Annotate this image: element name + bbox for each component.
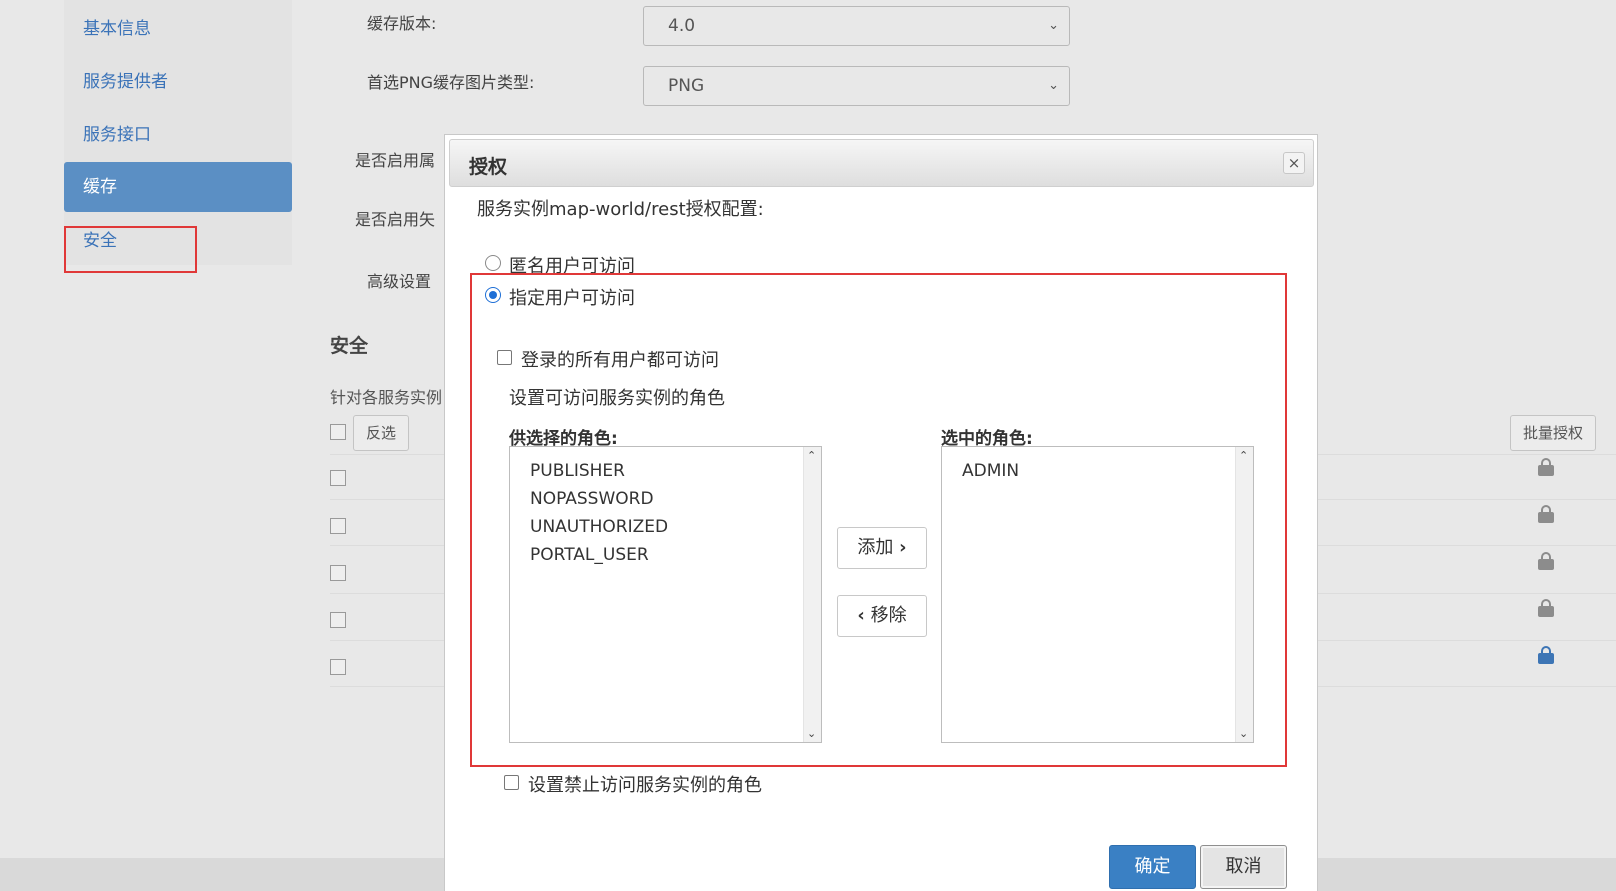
sidebar-item-label: 基本信息 — [83, 19, 151, 39]
lock-icon[interactable] — [1538, 505, 1554, 523]
sidebar-item-basic-info[interactable]: 基本信息 — [64, 4, 292, 54]
security-section-title: 安全 — [330, 335, 369, 357]
select-all-checkbox[interactable] — [330, 424, 346, 440]
role-option[interactable]: NOPASSWORD — [530, 485, 668, 513]
add-role-label: 添加 — [857, 537, 894, 558]
close-icon[interactable]: × — [1283, 152, 1305, 174]
sidebar-item-service-provider[interactable]: 服务提供者 — [64, 57, 292, 107]
anonymous-radio[interactable] — [485, 255, 501, 271]
png-type-select[interactable]: PNG ⌄ — [643, 66, 1070, 106]
chevron-right-icon: › — [899, 537, 907, 558]
cache-version-label: 缓存版本: — [367, 14, 437, 33]
advanced-settings-label: 高级设置 — [367, 272, 432, 291]
listbox-scrollbar[interactable]: ⌃ ⌄ — [1235, 447, 1253, 742]
lock-icon[interactable] — [1538, 458, 1554, 476]
cancel-button[interactable]: 取消 — [1200, 845, 1287, 889]
all-logged-in-checkbox[interactable] — [497, 350, 512, 365]
available-roles-listbox[interactable]: PUBLISHER NOPASSWORD UNAUTHORIZED PORTAL… — [509, 446, 822, 743]
invert-select-button[interactable]: 反选 — [353, 415, 409, 451]
sidebar-item-label: 缓存 — [83, 177, 117, 197]
listbox-scrollbar[interactable]: ⌃ ⌄ — [803, 447, 821, 742]
role-option[interactable]: PUBLISHER — [530, 457, 668, 485]
sidebar-item-cache[interactable]: 缓存 — [64, 162, 292, 212]
lock-icon-active[interactable] — [1538, 646, 1554, 664]
remove-role-label: 移除 — [870, 605, 907, 626]
row-checkbox[interactable] — [330, 518, 346, 534]
specified-radio[interactable] — [485, 287, 501, 303]
chevron-down-icon: ⌄ — [1048, 18, 1059, 33]
scroll-up-icon[interactable]: ⌃ — [1239, 449, 1248, 462]
lock-icon[interactable] — [1538, 552, 1554, 570]
sidebar-item-service-interface[interactable]: 服务接口 — [64, 110, 292, 160]
png-type-value: PNG — [668, 76, 705, 96]
security-section-desc: 针对各服务实例 — [330, 388, 443, 407]
chevron-down-icon: ⌄ — [1048, 78, 1059, 93]
deny-roles-checkbox[interactable] — [504, 775, 519, 790]
sidebar-item-label: 服务提供者 — [83, 72, 168, 92]
scroll-up-icon[interactable]: ⌃ — [807, 449, 816, 462]
enable-vector-label: 是否启用矢 — [355, 210, 436, 229]
chevron-left-icon: ‹ — [857, 605, 865, 626]
selected-roles-listbox[interactable]: ADMIN ⌃ ⌄ — [941, 446, 1254, 743]
role-option[interactable]: ADMIN — [962, 457, 1019, 485]
role-option[interactable]: PORTAL_USER — [530, 541, 668, 569]
row-checkbox[interactable] — [330, 470, 346, 486]
row-checkbox[interactable] — [330, 659, 346, 675]
row-checkbox[interactable] — [330, 612, 346, 628]
row-checkbox[interactable] — [330, 565, 346, 581]
lock-icon[interactable] — [1538, 599, 1554, 617]
remove-role-button[interactable]: ‹ 移除 — [837, 595, 927, 637]
set-roles-label: 设置可访问服务实例的角色 — [509, 388, 725, 409]
specified-option-label[interactable]: 指定用户可访问 — [509, 284, 635, 310]
add-role-button[interactable]: 添加 › — [837, 527, 927, 569]
cache-version-select[interactable]: 4.0 ⌄ — [643, 6, 1070, 46]
scroll-down-icon[interactable]: ⌄ — [1239, 727, 1248, 740]
png-type-label: 首选PNG缓存图片类型: — [367, 73, 535, 92]
dialog-title: 授权 — [469, 156, 508, 178]
sidebar-item-label: 服务接口 — [83, 125, 151, 145]
sidebar-highlight-box — [64, 226, 197, 273]
batch-auth-button[interactable]: 批量授权 — [1510, 415, 1596, 451]
deny-roles-label[interactable]: 设置禁止访问服务实例的角色 — [528, 771, 762, 797]
role-option[interactable]: UNAUTHORIZED — [530, 513, 668, 541]
cache-version-value: 4.0 — [668, 16, 696, 36]
ok-button[interactable]: 确定 — [1109, 845, 1196, 889]
all-logged-in-label[interactable]: 登录的所有用户都可访问 — [521, 346, 719, 372]
enable-attr-label: 是否启用属 — [355, 151, 436, 170]
scroll-down-icon[interactable]: ⌄ — [807, 727, 816, 740]
config-heading: 服务实例map-world/rest授权配置: — [477, 199, 764, 220]
dialog-header: 授权 × — [449, 139, 1314, 187]
